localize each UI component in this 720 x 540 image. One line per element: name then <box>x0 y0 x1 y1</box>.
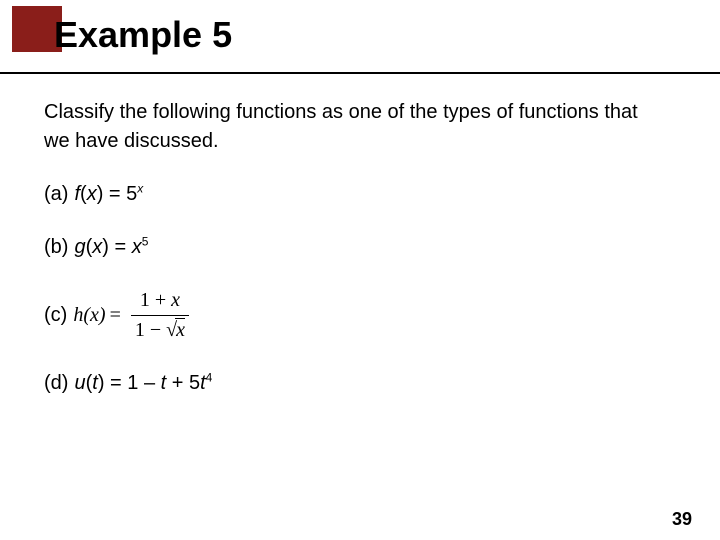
item-d-exp: 4 <box>206 370 213 384</box>
item-b-func: g <box>74 236 85 258</box>
item-c-fraction: 1 + x 1 − √x <box>131 286 189 345</box>
item-c-arg: x <box>90 304 99 326</box>
intro-text: Classify the following functions as one … <box>44 98 644 156</box>
item-c-den-pre: 1 − <box>135 319 166 341</box>
item-c-den-var: x <box>175 318 185 341</box>
item-c-num-pre: 1 + <box>140 289 171 311</box>
item-b-arg: x <box>92 236 102 258</box>
item-a-arg: x <box>87 183 97 205</box>
item-a: (a) f(x) = 5x <box>44 180 644 209</box>
item-b-exp: 5 <box>142 234 149 248</box>
item-d: (d) u(t) = 1 – t + 5t4 <box>44 369 644 398</box>
item-b-base: x <box>132 236 142 258</box>
item-d-label: (d) <box>44 369 68 398</box>
page-number: 39 <box>672 509 692 530</box>
item-c: (c) h(x)= 1 + x 1 − √x <box>44 286 644 345</box>
slide-content: Classify the following functions as one … <box>44 98 644 422</box>
item-a-func: f <box>74 183 80 205</box>
item-d-pre: 1 – <box>127 372 160 394</box>
item-c-func: h <box>73 304 83 326</box>
item-a-base: 5 <box>126 183 137 205</box>
item-b-label: (b) <box>44 233 68 262</box>
item-b: (b) g(x) = x5 <box>44 233 644 262</box>
slide-title: Example 5 <box>54 14 232 56</box>
item-d-arg: t <box>92 372 98 394</box>
item-c-label: (c) <box>44 301 67 330</box>
item-d-mid: + 5 <box>166 372 200 394</box>
item-a-label: (a) <box>44 180 68 209</box>
item-d-func: u <box>74 372 85 394</box>
item-c-num-var: x <box>171 289 180 311</box>
item-a-exp: x <box>137 181 143 195</box>
